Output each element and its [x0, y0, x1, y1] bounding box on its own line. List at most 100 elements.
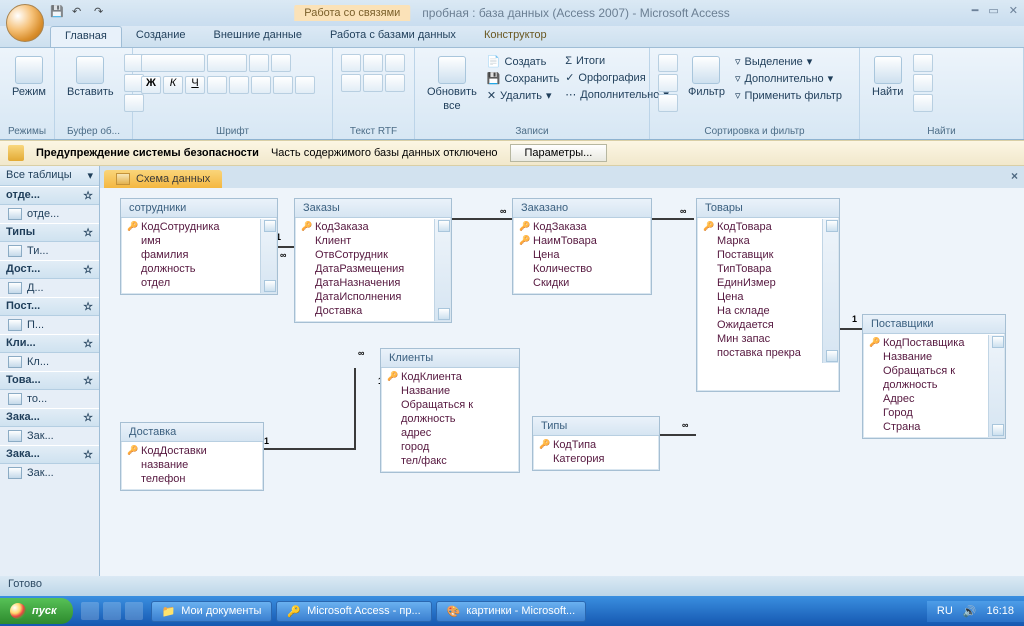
- italic-icon[interactable]: К: [163, 76, 183, 94]
- field[interactable]: Название: [385, 384, 515, 398]
- list-icon[interactable]: [341, 74, 361, 92]
- field[interactable]: ЕдинИзмер: [701, 276, 835, 290]
- chevron-down-icon[interactable]: ▾: [87, 169, 93, 182]
- field[interactable]: КодСотрудника: [125, 220, 273, 234]
- nav-group[interactable]: Това...☆: [0, 371, 99, 390]
- field[interactable]: Обращаться к: [867, 364, 1001, 378]
- doc-tab-schema[interactable]: Схема данных: [104, 170, 222, 188]
- nav-item[interactable]: Д...: [0, 279, 99, 297]
- field[interactable]: Ожидается: [701, 318, 835, 332]
- nav-group[interactable]: отде...☆: [0, 186, 99, 205]
- field[interactable]: город: [385, 440, 515, 454]
- align-left-icon[interactable]: [207, 76, 227, 94]
- view-button[interactable]: Режим: [8, 54, 50, 100]
- entity-header[interactable]: Клиенты: [381, 349, 519, 368]
- field[interactable]: Цена: [701, 290, 835, 304]
- nav-item[interactable]: Зак...: [0, 464, 99, 482]
- field[interactable]: КодПоставщика: [867, 336, 1001, 350]
- tab-dbwork[interactable]: Работа с базами данных: [316, 26, 470, 47]
- field[interactable]: отдел: [125, 276, 273, 290]
- tab-create[interactable]: Создание: [122, 26, 200, 47]
- field[interactable]: название: [125, 458, 259, 472]
- nav-header[interactable]: Все таблицы▾: [0, 166, 99, 186]
- field[interactable]: поставка прекра: [701, 346, 835, 360]
- entity-header[interactable]: сотрудники: [121, 199, 277, 218]
- field[interactable]: Поставщик: [701, 248, 835, 262]
- security-options-button[interactable]: Параметры...: [510, 144, 608, 162]
- nav-group[interactable]: Дост...☆: [0, 260, 99, 279]
- nav-group[interactable]: Зака...☆: [0, 408, 99, 427]
- sort-asc-icon[interactable]: [658, 54, 678, 72]
- scrollbar[interactable]: [434, 219, 450, 321]
- advanced-button[interactable]: ▿ Дополнительно ▾: [735, 71, 842, 86]
- selection-button[interactable]: ▿ Выделение ▾: [735, 54, 842, 69]
- entity-klienty[interactable]: КлиентыКодКлиентаНазваниеОбращаться кдол…: [380, 348, 520, 473]
- field[interactable]: КодЗаказа: [299, 220, 447, 234]
- ie-icon[interactable]: [81, 602, 99, 620]
- nav-item[interactable]: Зак...: [0, 427, 99, 445]
- explorer-icon[interactable]: [125, 602, 143, 620]
- font-select[interactable]: [141, 54, 205, 72]
- close-icon[interactable]: ✕: [1009, 4, 1018, 17]
- chevron-up-icon[interactable]: ☆: [83, 226, 93, 239]
- highlight-icon[interactable]: [385, 74, 405, 92]
- navigation-pane[interactable]: Все таблицы▾ отде...☆отде...Типы☆Ти...До…: [0, 166, 100, 576]
- field[interactable]: Город: [867, 406, 1001, 420]
- entity-header[interactable]: Заказано: [513, 199, 651, 218]
- nav-group[interactable]: Кли...☆: [0, 334, 99, 353]
- grid-icon[interactable]: [249, 54, 269, 72]
- scrollbar[interactable]: [822, 219, 838, 363]
- field[interactable]: Страна: [867, 420, 1001, 434]
- entity-header[interactable]: Доставка: [121, 423, 263, 442]
- nav-item[interactable]: то...: [0, 390, 99, 408]
- field[interactable]: КодТипа: [537, 438, 655, 452]
- field[interactable]: КодЗаказа: [517, 220, 647, 234]
- field[interactable]: Мин запас: [701, 332, 835, 346]
- field[interactable]: Доставка: [299, 304, 447, 318]
- nav-item[interactable]: отде...: [0, 205, 99, 223]
- clear-sort-icon[interactable]: [658, 94, 678, 112]
- filter-button[interactable]: Фильтр: [684, 54, 729, 100]
- field[interactable]: ДатаРазмещения: [299, 262, 447, 276]
- entity-zakazano[interactable]: ЗаказаноКодЗаказаНаимТовараЦенаКоличеств…: [512, 198, 652, 295]
- tab-home[interactable]: Главная: [50, 26, 122, 47]
- undo-icon[interactable]: ↶: [72, 5, 88, 21]
- entity-tovary[interactable]: ТоварыКодТовараМаркаПоставщикТипТовараЕд…: [696, 198, 840, 392]
- field[interactable]: НаимТовара: [517, 234, 647, 248]
- field[interactable]: Название: [867, 350, 1001, 364]
- scrollbar[interactable]: [260, 219, 276, 293]
- field[interactable]: должность: [867, 378, 1001, 392]
- chevron-up-icon[interactable]: ☆: [83, 263, 93, 276]
- start-button[interactable]: пуск: [0, 598, 73, 624]
- entity-header[interactable]: Товары: [697, 199, 839, 218]
- relationship-canvas[interactable]: 1∞ 1∞ 1∞ ∞1 ∞1 1∞ ∞1 сотрудникиКодСотруд…: [100, 188, 1024, 576]
- minimize-icon[interactable]: ━: [972, 4, 979, 17]
- field[interactable]: КодДоставки: [125, 444, 259, 458]
- system-tray[interactable]: RU 🔊 16:18: [927, 601, 1024, 622]
- field[interactable]: телефон: [125, 472, 259, 486]
- field[interactable]: адрес: [385, 426, 515, 440]
- task-paint[interactable]: 🎨 картинки - Microsoft...: [436, 601, 587, 622]
- fill-color-icon[interactable]: [273, 76, 293, 94]
- entity-zakazy[interactable]: ЗаказыКодЗаказаКлиентОтвСотрудникДатаРаз…: [294, 198, 452, 323]
- entity-dostavka[interactable]: Доставка КодДоставкиназваниетелефон: [120, 422, 264, 491]
- field[interactable]: КодТовара: [701, 220, 835, 234]
- chevron-up-icon[interactable]: ☆: [83, 448, 93, 461]
- chevron-up-icon[interactable]: ☆: [83, 189, 93, 202]
- nav-group[interactable]: Типы☆: [0, 223, 99, 242]
- entity-header[interactable]: Заказы: [295, 199, 451, 218]
- apply-filter-button[interactable]: ▿ Применить фильтр: [735, 88, 842, 103]
- ltr-icon[interactable]: [385, 54, 405, 72]
- restore-icon[interactable]: ▭: [988, 4, 998, 17]
- field[interactable]: фамилия: [125, 248, 273, 262]
- entity-header[interactable]: Типы: [533, 417, 659, 436]
- nav-item[interactable]: Ти...: [0, 242, 99, 260]
- field[interactable]: Категория: [537, 452, 655, 466]
- numlist-icon[interactable]: [363, 74, 383, 92]
- tab-constructor[interactable]: Конструктор: [470, 26, 561, 47]
- entity-postavshiki[interactable]: ПоставщикиКодПоставщикаНазваниеОбращатьс…: [862, 314, 1006, 439]
- entity-sotrudniki[interactable]: сотрудникиКодСотрудникаимяфамилиядолжнос…: [120, 198, 278, 295]
- scrollbar[interactable]: [988, 335, 1004, 437]
- font-size-select[interactable]: [207, 54, 247, 72]
- field[interactable]: должность: [385, 412, 515, 426]
